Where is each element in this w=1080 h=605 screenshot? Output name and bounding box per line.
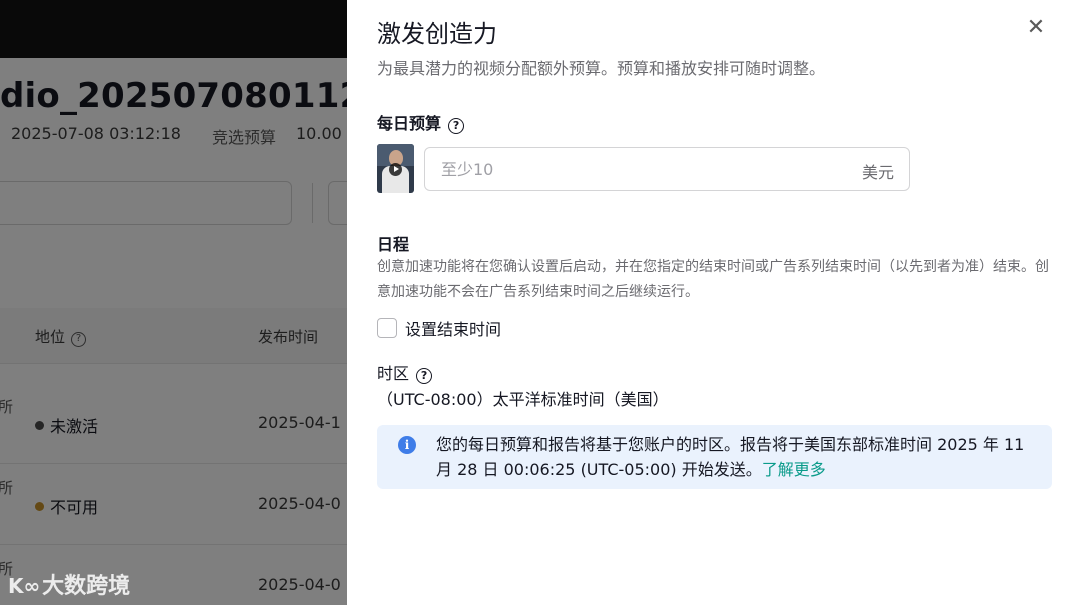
schedule-description: 创意加速功能将在您确认设置后启动，并在您指定的结束时间或广告系列结束时间（以先到… (377, 259, 1049, 300)
boost-creative-drawer: 激发创造力 ✕ 为最具潜力的视频分配额外预算。预算和播放安排可随时调整。 每日预… (347, 0, 1080, 605)
timezone-label: 时区? (377, 360, 433, 384)
watermark-text: 大数跨境 (42, 574, 131, 599)
help-icon[interactable]: ? (448, 118, 465, 134)
drawer-subtitle: 为最具潜力的视频分配额外预算。预算和播放安排可随时调整。 (377, 59, 826, 78)
daily-budget-input[interactable] (425, 148, 845, 190)
info-icon: i (398, 436, 416, 454)
schedule-label: 日程 (377, 235, 410, 254)
daily-budget-label: 每日预算? (377, 110, 465, 134)
video-thumbnail[interactable] (377, 144, 414, 193)
watermark-logo-icon: K∞ (8, 574, 41, 598)
play-icon (389, 163, 402, 176)
set-end-time-checkbox[interactable] (377, 318, 397, 338)
set-end-time-checkbox-row[interactable]: 设置结束时间 (377, 316, 501, 340)
timezone-value: （UTC-08:00）太平洋标准时间（美国） (377, 390, 669, 409)
currency-suffix: 美元 (861, 163, 894, 182)
timezone-label-text: 时区 (377, 364, 410, 383)
drawer-title: 激发创造力 (377, 20, 497, 48)
help-icon[interactable]: ? (416, 368, 433, 384)
info-text-container: 您的每日预算和报告将基于您账户的时区。报告将于美国东部标准时间 2025 年 1… (436, 432, 1036, 482)
info-text: 您的每日预算和报告将基于您账户的时区。报告将于美国东部标准时间 2025 年 1… (436, 435, 1025, 479)
watermark: K∞大数跨境 (8, 568, 130, 600)
info-banner: i 您的每日预算和报告将基于您账户的时区。报告将于美国东部标准时间 2025 年… (377, 425, 1052, 489)
set-end-time-label[interactable]: 设置结束时间 (405, 316, 501, 340)
daily-budget-label-text: 每日预算 (377, 114, 442, 133)
learn-more-link[interactable]: 了解更多 (762, 460, 826, 479)
close-icon[interactable]: ✕ (1024, 16, 1048, 40)
daily-budget-field[interactable]: 美元 (424, 147, 910, 191)
